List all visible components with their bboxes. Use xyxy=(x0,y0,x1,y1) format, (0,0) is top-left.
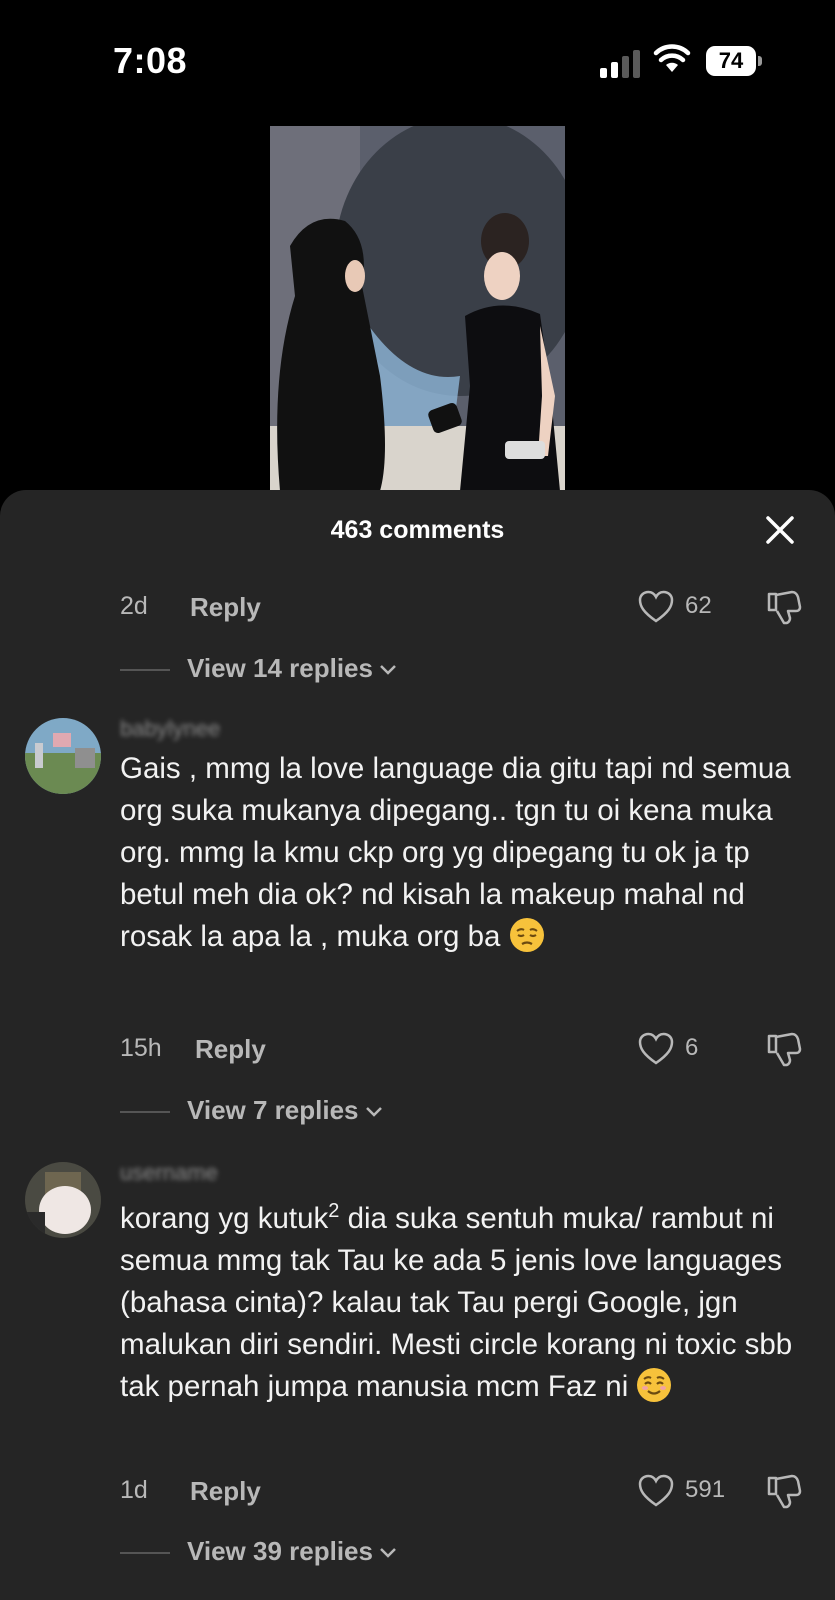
dislike-icon[interactable] xyxy=(765,588,803,626)
heart-icon[interactable] xyxy=(638,590,674,624)
reply-button[interactable]: Reply xyxy=(195,1034,266,1065)
comment-username[interactable]: babylynee xyxy=(120,716,220,741)
view-replies-label: View 39 replies xyxy=(187,1536,373,1566)
dislike-icon[interactable] xyxy=(765,1472,803,1510)
like-count: 62 xyxy=(685,592,712,619)
comment-text: Gais , mmg la love language dia gitu tap… xyxy=(120,752,791,953)
view-replies-label: View 14 replies xyxy=(187,653,373,683)
reply-button[interactable]: Reply xyxy=(190,1476,261,1507)
pensive-face-emoji-icon xyxy=(509,918,544,952)
comment-time: 1d xyxy=(120,1476,148,1504)
video-thumbnail[interactable] xyxy=(270,126,565,491)
comments-sheet[interactable]: 463 comments 2d Reply 62 View 14 replies… xyxy=(0,490,835,1600)
wifi-icon xyxy=(653,44,691,72)
comments-count-title: 463 comments xyxy=(330,516,505,544)
cellular-signal-icon xyxy=(600,50,640,78)
comment-meta-row: 2d Reply 62 xyxy=(120,588,810,628)
chevron-down-icon xyxy=(365,1107,382,1117)
chevron-down-icon xyxy=(380,1548,396,1558)
heart-icon[interactable] xyxy=(638,1032,674,1066)
battery-level: 74 xyxy=(706,46,756,76)
avatar[interactable] xyxy=(25,1162,101,1238)
status-time: 7:08 xyxy=(113,40,188,81)
comment-meta-row: 1d Reply 591 xyxy=(120,1472,810,1512)
battery-icon: 74 xyxy=(706,46,762,76)
comment-time: 2d xyxy=(120,592,148,620)
superscript: 2 xyxy=(328,1200,340,1222)
relieved-face-emoji-icon xyxy=(637,1367,672,1402)
comment-meta-row: 15h Reply 6 xyxy=(120,1030,810,1070)
comment-text: korang yg kutuk2 dia suka sentuh muka/ r… xyxy=(120,1200,793,1403)
close-icon[interactable] xyxy=(762,512,798,548)
chevron-down-icon xyxy=(380,665,396,675)
reply-button[interactable]: Reply xyxy=(190,592,261,623)
video-frame-image xyxy=(270,126,565,491)
comment-time: 15h xyxy=(120,1034,162,1062)
avatar[interactable] xyxy=(25,718,101,794)
dislike-icon[interactable] xyxy=(765,1030,803,1068)
comment-username[interactable]: username xyxy=(120,1160,218,1185)
like-count: 591 xyxy=(685,1476,726,1503)
status-bar: 7:08 74 xyxy=(0,0,835,120)
like-count: 6 xyxy=(685,1034,699,1061)
heart-icon[interactable] xyxy=(638,1474,674,1508)
view-replies-label: View 7 replies xyxy=(187,1095,359,1125)
